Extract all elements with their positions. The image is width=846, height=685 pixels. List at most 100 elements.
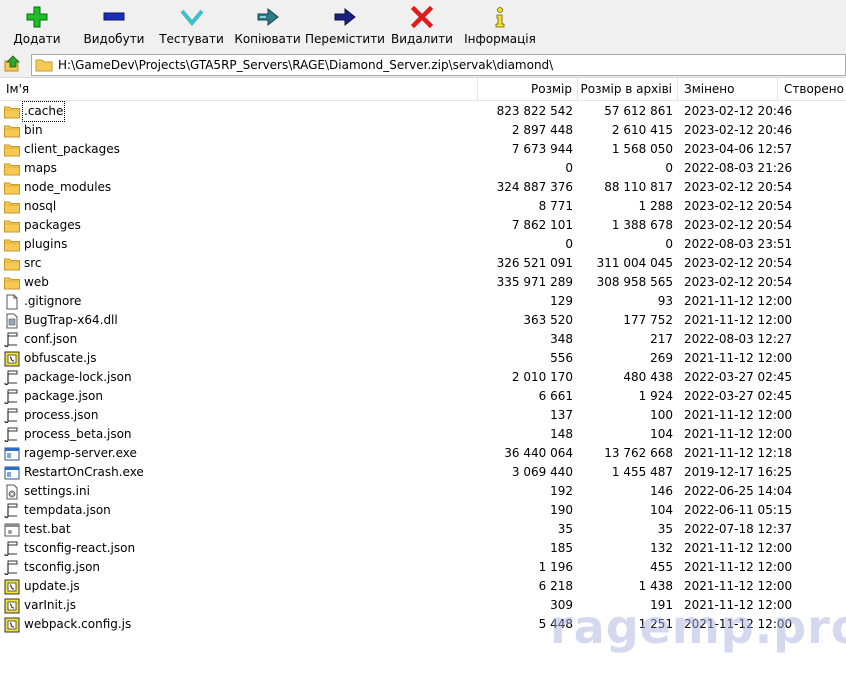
file-row[interactable]: BugTrap-x64.dll 363 520 177 752 2021-11-12 … <box>0 311 846 330</box>
file-row[interactable]: varInit.js 309 191 2021-11-12 12:00 <box>0 596 846 615</box>
path-input[interactable]: H:\GameDev\Projects\GTA5RP_Servers\RAGE\… <box>31 54 846 76</box>
file-row[interactable]: update.js 6 218 1 438 2021-11-12 12:00 <box>0 577 846 596</box>
file-packed-size: 1 455 487 <box>611 465 673 479</box>
file-row[interactable]: process.json 137 100 2021-11-12 12:00 <box>0 406 846 425</box>
column-created[interactable]: Створено <box>778 78 846 101</box>
column-size[interactable]: Розмір <box>478 78 578 101</box>
file-name-cell: plugins <box>4 235 476 254</box>
file-packed-size: 1 438 <box>638 579 673 593</box>
copy-button[interactable]: Копіювати <box>229 0 306 52</box>
file-row[interactable]: packages 7 862 101 1 388 678 2023-02-12 20:… <box>0 216 846 235</box>
file-modified: 2023-04-06 12:57 <box>684 142 793 156</box>
file-row[interactable]: settings.ini 192 146 2022-06-25 14:04 <box>0 482 846 501</box>
file-row[interactable]: src 326 521 091 311 004 045 2023-02-12 20:5… <box>0 254 846 273</box>
path-text: H:\GameDev\Projects\GTA5RP_Servers\RAGE\… <box>58 58 554 72</box>
file-name: packages <box>24 218 81 232</box>
column-packed-size[interactable]: Розмір в архіві <box>578 78 678 101</box>
file-modified: 2022-06-25 14:04 <box>684 484 793 498</box>
info-button-label: Інформація <box>464 32 536 46</box>
file-name-cell: obfuscate.js <box>4 349 476 368</box>
file-row[interactable]: tempdata.json 190 104 2022-06-11 05:15 <box>0 501 846 520</box>
file-name: BugTrap-x64.dll <box>24 313 118 327</box>
file-name: process_beta.json <box>24 427 132 441</box>
file-name: test.bat <box>24 522 71 536</box>
file-row[interactable]: .gitignore 129 93 2021-11-12 12:00 <box>0 292 846 311</box>
json-file-icon <box>4 370 20 386</box>
up-folder-button[interactable] <box>3 54 23 75</box>
file-name-cell: .cache <box>4 101 476 122</box>
file-list: .cache 823 822 542 57 612 861 2023-02-12 20… <box>0 101 846 634</box>
file-size: 6 218 <box>538 579 573 593</box>
file-row[interactable]: client_packages 7 673 944 1 568 050 2023-04… <box>0 140 846 159</box>
file-name: src <box>24 256 42 270</box>
file-packed-size: 1 388 678 <box>611 218 673 232</box>
file-row[interactable]: package-lock.json 2 010 170 480 438 2022-03… <box>0 368 846 387</box>
file-icon <box>4 294 20 310</box>
folder-icon <box>4 161 20 177</box>
file-row[interactable]: .cache 823 822 542 57 612 861 2023-02-12 20… <box>0 101 846 122</box>
file-modified: 2023-02-12 20:54 <box>684 256 793 270</box>
file-packed-size: 0 <box>665 237 673 251</box>
file-row[interactable]: package.json 6 661 1 924 2022-03-27 02:45 <box>0 387 846 406</box>
file-row[interactable]: node_modules 324 887 376 88 110 817 2023-02… <box>0 178 846 197</box>
file-packed-size: 1 251 <box>638 617 673 631</box>
file-size: 0 <box>565 237 573 251</box>
file-packed-size: 88 110 817 <box>604 180 673 194</box>
file-name: tsconfig-react.json <box>24 541 136 555</box>
file-name-cell: bin <box>4 121 476 140</box>
file-name-cell: conf.json <box>4 330 476 349</box>
file-modified: 2021-11-12 12:00 <box>684 427 793 441</box>
file-row[interactable]: plugins 0 0 2022-08-03 23:51 <box>0 235 846 254</box>
file-name-cell: tsconfig.json <box>4 558 476 577</box>
batch-file-icon <box>4 522 20 538</box>
file-modified: 2022-06-11 05:15 <box>684 503 793 517</box>
address-bar: H:\GameDev\Projects\GTA5RP_Servers\RAGE\… <box>0 52 846 78</box>
file-row[interactable]: process_beta.json 148 104 2021-11-12 12:00 <box>0 425 846 444</box>
column-name[interactable]: Ім'я <box>0 78 478 101</box>
file-modified: 2021-11-12 12:00 <box>684 579 793 593</box>
toolbar: Додати Видобути Тестувати Копіювати Пере… <box>0 0 846 52</box>
exe-file-icon <box>4 465 20 481</box>
file-row[interactable]: ragemp-server.exe 36 440 064 13 762 668 202… <box>0 444 846 463</box>
file-row[interactable]: tsconfig-react.json 185 132 2021-11-12 12:0… <box>0 539 846 558</box>
info-icon <box>489 6 511 28</box>
dll-file-icon <box>4 313 20 329</box>
file-row[interactable]: RestartOnCrash.exe 3 069 440 1 455 487 2019… <box>0 463 846 482</box>
file-row[interactable]: obfuscate.js 556 269 2021-11-12 12:00 <box>0 349 846 368</box>
column-header: Ім'я Розмір Розмір в архіві Змінено Ство… <box>0 78 846 101</box>
file-packed-size: 177 752 <box>623 313 673 327</box>
file-row[interactable]: webpack.config.js 5 448 1 251 2021-11-12 12… <box>0 615 846 634</box>
add-button-label: Додати <box>13 32 61 46</box>
move-button[interactable]: Перемістити <box>305 0 385 52</box>
file-size: 6 661 <box>538 389 573 403</box>
file-row[interactable]: nosql 8 771 1 288 2023-02-12 20:54 <box>0 197 846 216</box>
file-packed-size: 480 438 <box>623 370 673 384</box>
file-modified: 2022-08-03 21:26 <box>684 161 793 175</box>
info-button[interactable]: Інформація <box>460 0 540 52</box>
test-button-label: Тестувати <box>159 32 224 46</box>
file-row[interactable]: bin 2 897 448 2 610 415 2023-02-12 20:46 <box>0 121 846 140</box>
file-size: 0 <box>565 161 573 175</box>
add-button[interactable]: Додати <box>0 0 74 52</box>
file-row[interactable]: tsconfig.json 1 196 455 2021-11-12 12:00 <box>0 558 846 577</box>
file-row[interactable]: maps 0 0 2022-08-03 21:26 <box>0 159 846 178</box>
file-modified: 2021-11-12 12:00 <box>684 351 793 365</box>
delete-button-label: Видалити <box>391 32 453 46</box>
delete-button[interactable]: Видалити <box>384 0 460 52</box>
file-name-cell: BugTrap-x64.dll <box>4 311 476 330</box>
file-packed-size: 1 568 050 <box>611 142 673 156</box>
js-file-icon <box>4 598 20 614</box>
extract-button[interactable]: Видобути <box>74 0 154 52</box>
file-modified: 2022-03-27 02:45 <box>684 370 793 384</box>
file-row[interactable]: web 335 971 289 308 958 565 2023-02-12 20:5… <box>0 273 846 292</box>
file-modified: 2023-02-12 20:54 <box>684 275 793 289</box>
file-name: client_packages <box>24 142 120 156</box>
file-packed-size: 93 <box>657 294 673 308</box>
column-modified[interactable]: Змінено <box>678 78 778 101</box>
test-button[interactable]: Тестувати <box>154 0 229 52</box>
file-size: 326 521 091 <box>496 256 573 270</box>
file-row[interactable]: test.bat 35 35 2022-07-18 12:37 <box>0 520 846 539</box>
file-row[interactable]: conf.json 348 217 2022-08-03 12:27 <box>0 330 846 349</box>
file-name-cell: node_modules <box>4 178 476 197</box>
file-packed-size: 146 <box>650 484 673 498</box>
